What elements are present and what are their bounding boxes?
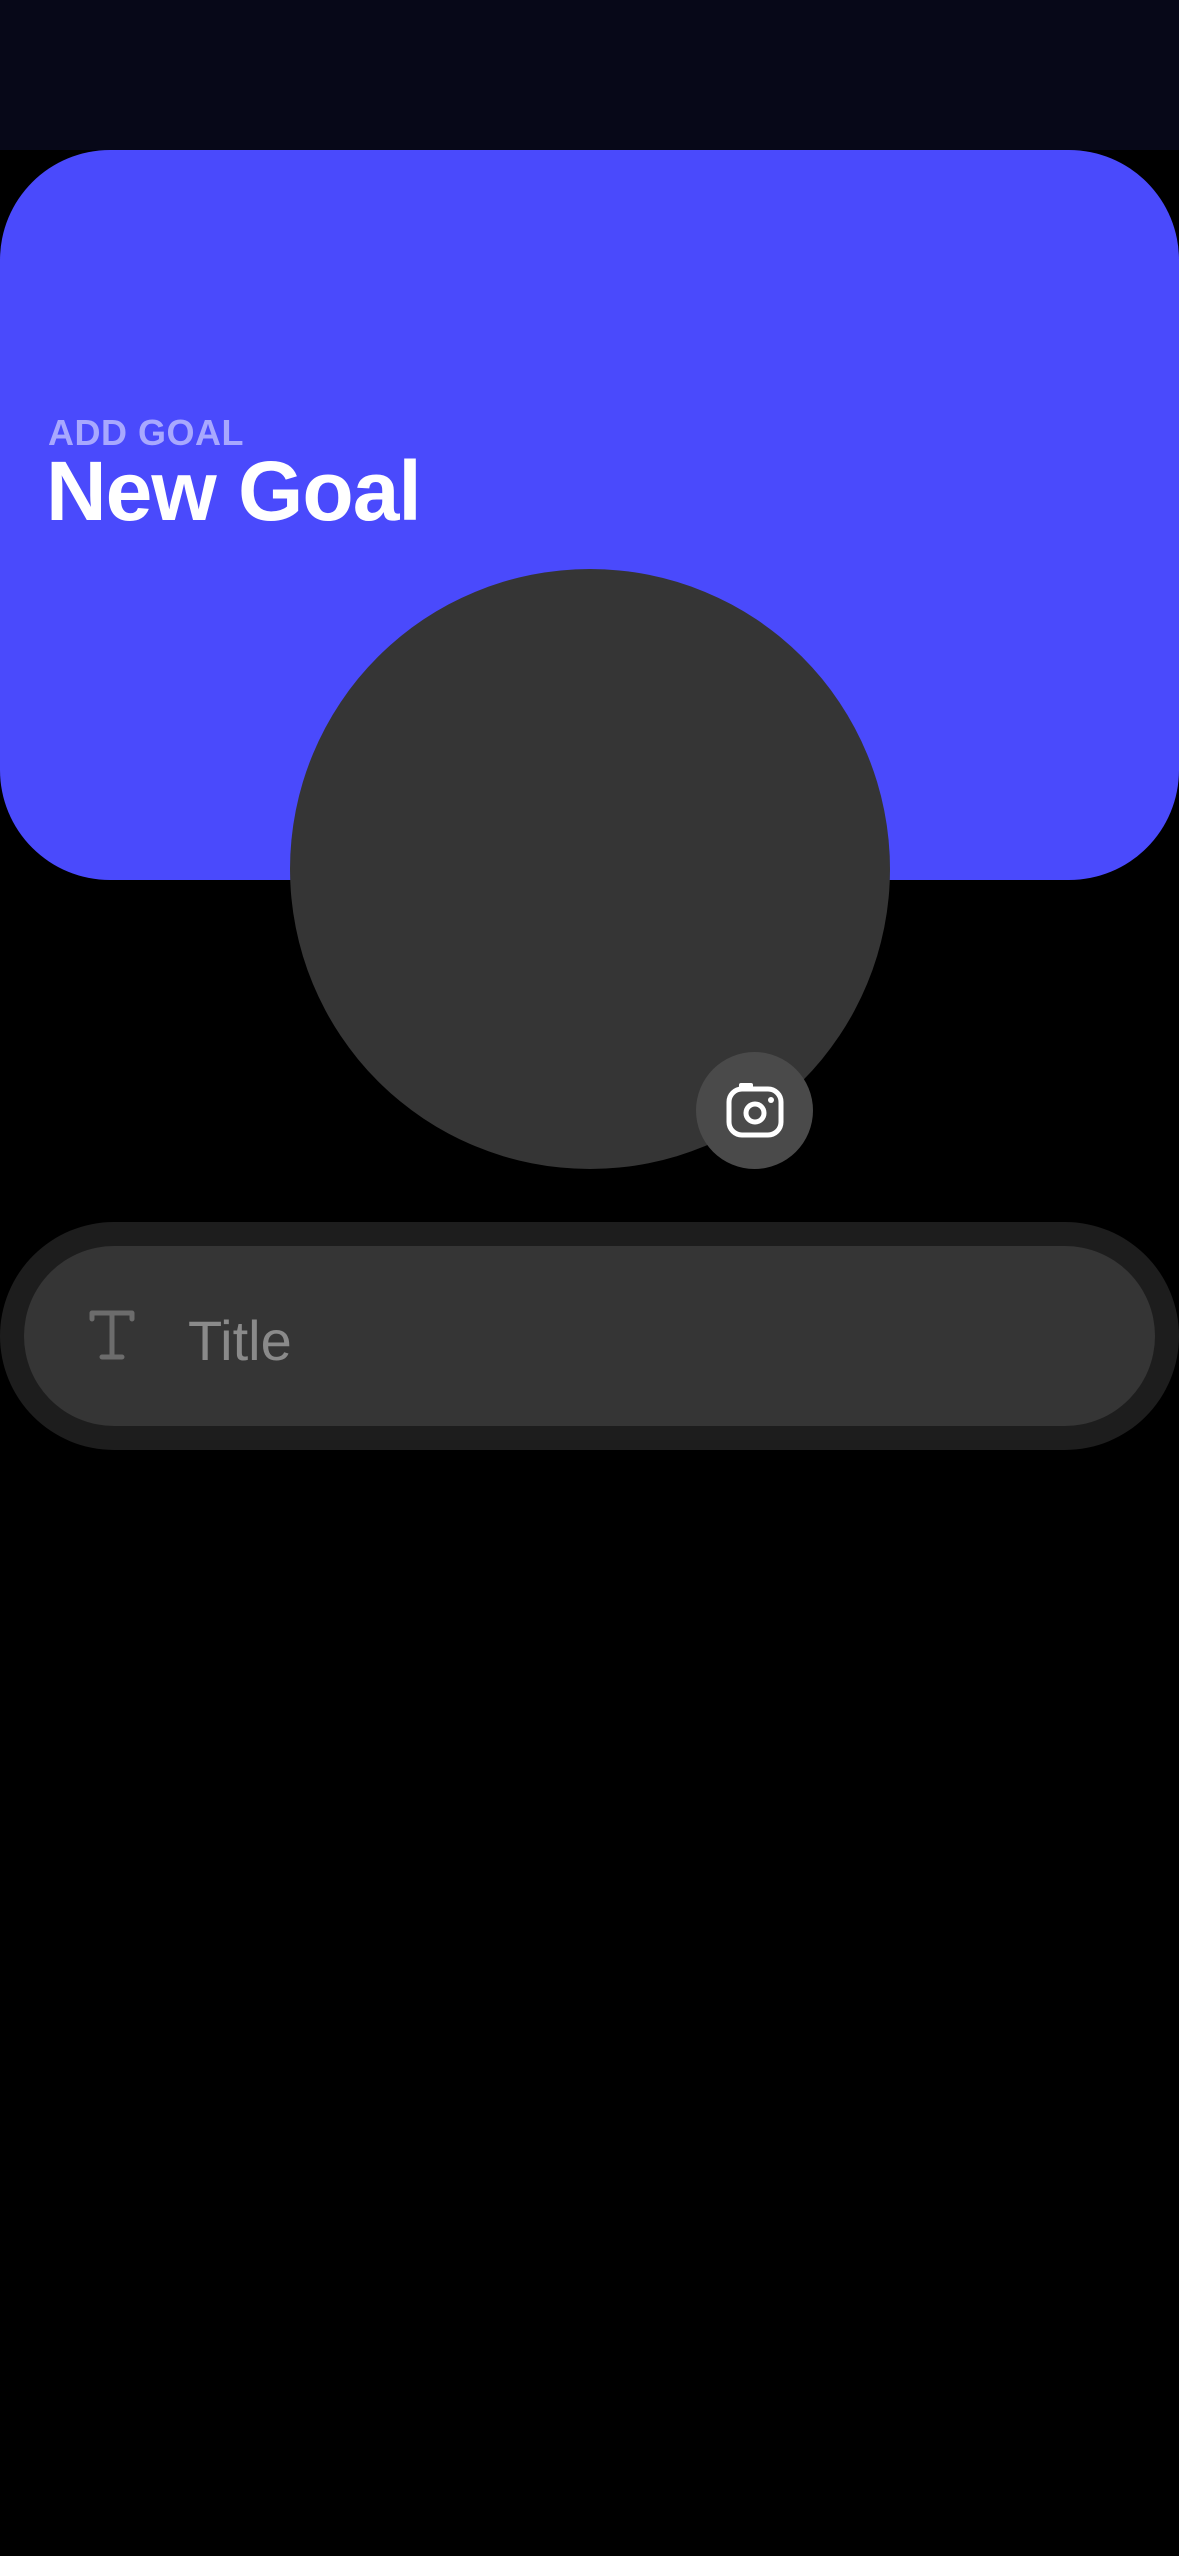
camera-icon [726, 1082, 783, 1137]
page-title: New Goal [46, 444, 422, 538]
title-input[interactable] [188, 1300, 1108, 1380]
add-photo-button[interactable] [696, 1052, 813, 1169]
text-icon [89, 1310, 135, 1360]
status-bar [0, 0, 1179, 150]
